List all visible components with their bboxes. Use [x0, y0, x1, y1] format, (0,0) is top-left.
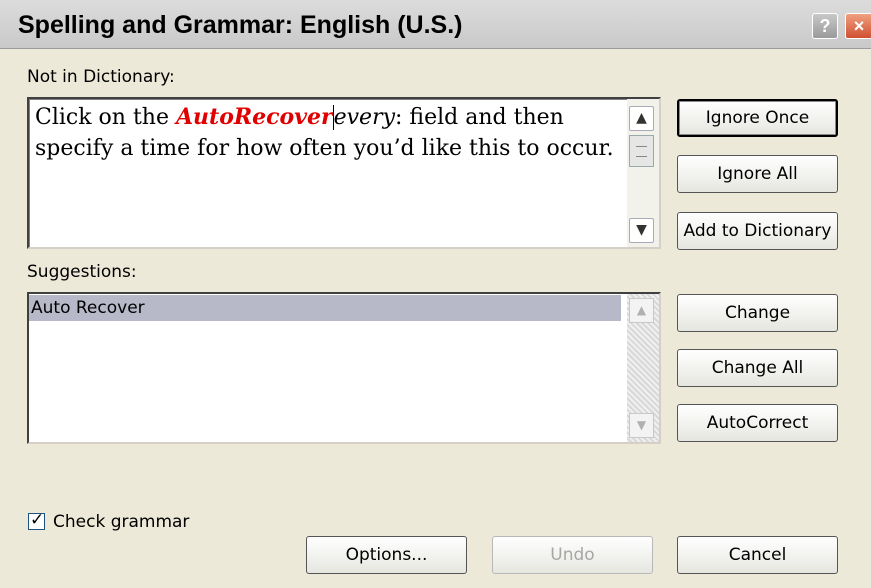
title-bar: Spelling and Grammar: English (U.S.) ? ×: [0, 0, 871, 49]
grip-icon: [636, 146, 647, 157]
help-button[interactable]: ?: [812, 13, 838, 39]
suggestions-scrollbar[interactable]: ▲ ▼: [627, 294, 659, 442]
cancel-button[interactable]: Cancel: [677, 536, 838, 574]
add-to-dictionary-button[interactable]: Add to Dictionary: [677, 212, 838, 250]
misspelled-word: AutoRecover: [175, 104, 333, 130]
sentence-text: Click on the AutoRecoverevery: field and…: [35, 102, 615, 164]
scroll-down-icon[interactable]: ▼: [629, 413, 654, 438]
change-all-button[interactable]: Change All: [677, 349, 838, 387]
sentence-scrollbar[interactable]: ▲ ▼: [627, 99, 659, 247]
not-in-dictionary-label: Not in Dictionary:: [27, 67, 175, 87]
scroll-thumb[interactable]: [629, 135, 654, 167]
check-grammar-checkbox[interactable]: ✓: [28, 510, 45, 530]
change-button[interactable]: Change: [677, 294, 838, 332]
sentence-text-before: Click on the: [35, 105, 176, 130]
scroll-down-icon[interactable]: ▼: [629, 218, 654, 243]
options-button[interactable]: Options...: [306, 536, 467, 574]
scroll-up-icon[interactable]: ▲: [629, 106, 654, 131]
sentence-text-italic: every: [333, 105, 396, 130]
check-grammar-label[interactable]: Check grammar: [53, 512, 189, 532]
suggestion-item[interactable]: Auto Recover: [29, 295, 621, 321]
checkmark-icon: ✓: [30, 510, 45, 530]
autocorrect-button[interactable]: AutoCorrect: [677, 404, 838, 442]
dialog-title: Spelling and Grammar: English (U.S.): [18, 11, 463, 39]
scroll-up-icon[interactable]: ▲: [629, 298, 654, 323]
undo-button[interactable]: Undo: [492, 536, 653, 574]
suggestions-label: Suggestions:: [27, 262, 137, 282]
close-button[interactable]: ×: [845, 13, 871, 39]
ignore-all-button[interactable]: Ignore All: [677, 155, 838, 193]
ignore-once-button[interactable]: Ignore Once: [677, 99, 838, 137]
suggestions-list[interactable]: Auto Recover ▲ ▼: [27, 292, 661, 444]
sentence-textbox[interactable]: Click on the AutoRecoverevery: field and…: [27, 97, 661, 249]
